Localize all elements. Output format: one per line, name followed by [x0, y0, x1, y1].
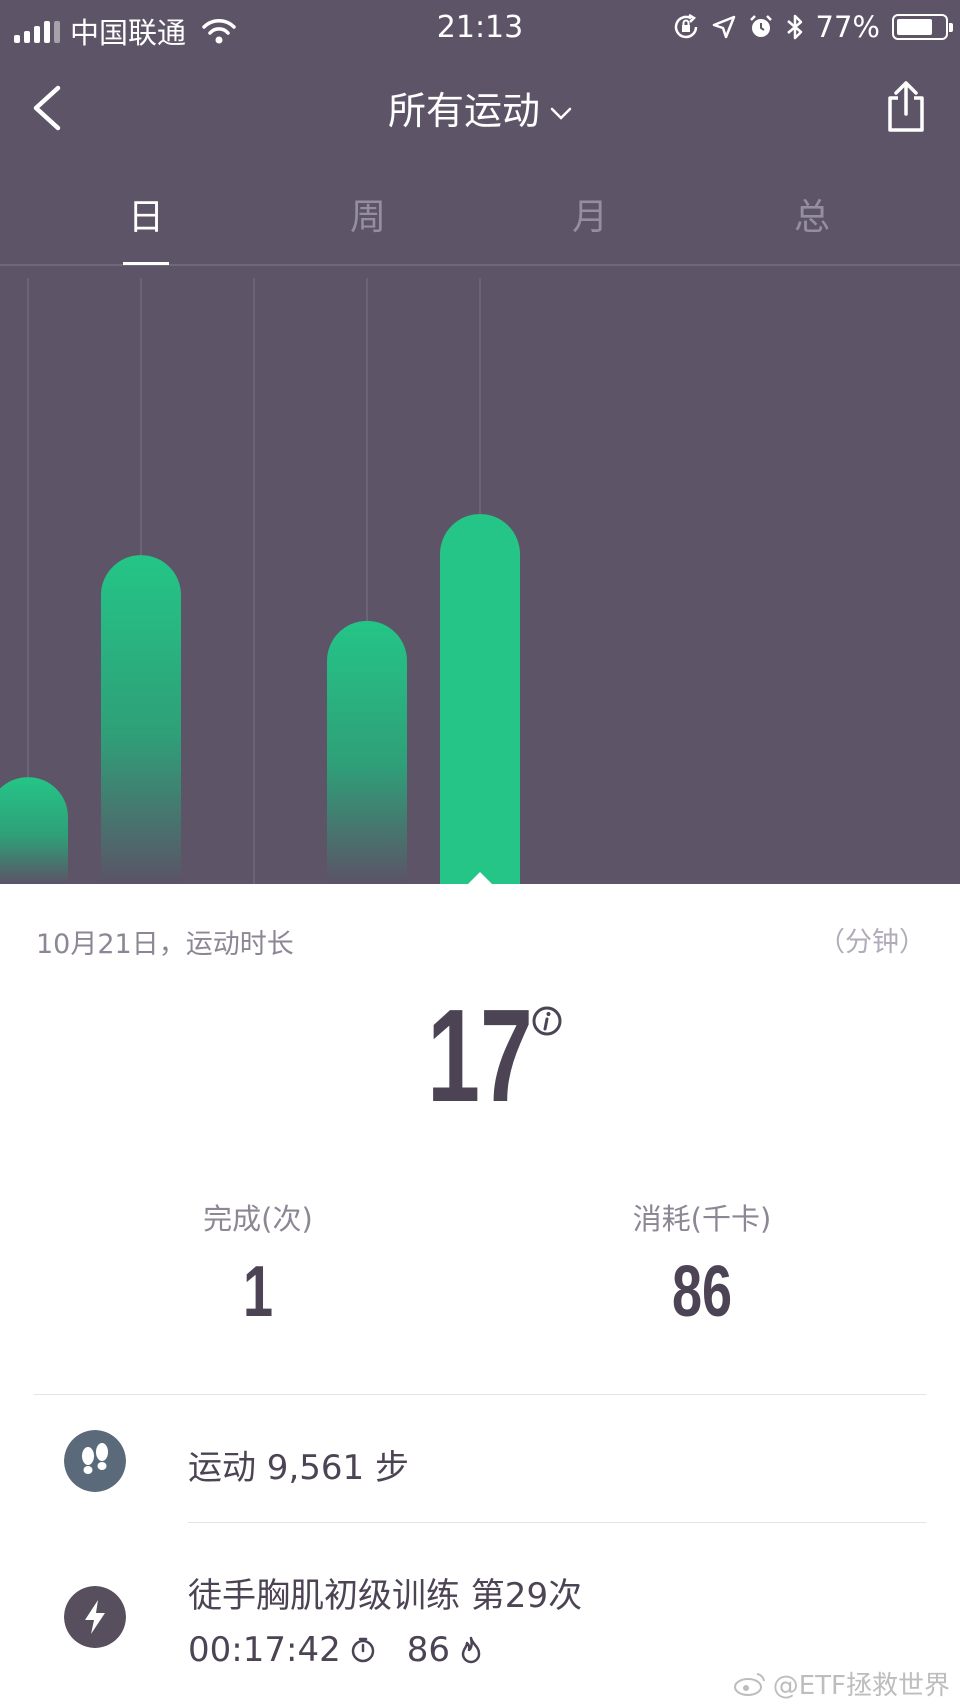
calories-label: 消耗(千卡): [632, 1202, 772, 1236]
tab-total[interactable]: 总: [752, 188, 872, 240]
rotation-lock-icon: [674, 13, 697, 39]
bluetooth-icon: [786, 14, 802, 40]
chart-bar[interactable]: [440, 514, 520, 884]
chart-bar[interactable]: [101, 555, 181, 884]
workout-title: 徒手胸肌初级训练 第29次: [188, 1576, 583, 1616]
lightning-icon: [64, 1586, 126, 1648]
location-icon: [712, 15, 735, 39]
duration-chart[interactable]: [0, 264, 960, 884]
chart-bar[interactable]: [327, 620, 407, 884]
tab-month[interactable]: 月: [530, 188, 650, 240]
completed-label: 完成(次): [203, 1202, 313, 1236]
footprints-icon: [64, 1430, 126, 1492]
nav-bar: 所有运动: [0, 56, 960, 156]
status-bar: 中国联通 21:13 77%: [0, 0, 960, 56]
page-title: 所有运动: [387, 89, 540, 133]
steps-text: 运动 9,561 步: [188, 1448, 409, 1488]
weibo-icon: [733, 1672, 765, 1696]
workout-details: 00:17:42 86: [188, 1630, 484, 1670]
calories-value: 86: [671, 1252, 733, 1332]
info-icon[interactable]: [530, 1004, 564, 1038]
battery-icon: [892, 14, 953, 40]
watermark-text: @ETF拯救世界: [772, 1671, 950, 1701]
date-label: 10月21日，运动时长: [36, 929, 294, 960]
watermark: @ETF拯救世界: [733, 1665, 950, 1702]
chevron-down-icon: [550, 107, 572, 120]
tab-week[interactable]: 周: [308, 188, 428, 240]
alarm-icon: [749, 15, 772, 37]
unit-label: （分钟）: [818, 927, 926, 958]
workout-duration: 00:17:42: [188, 1630, 341, 1670]
battery-percent: 77%: [815, 10, 880, 44]
workout-calories: 86: [406, 1630, 450, 1670]
chart-bar[interactable]: [0, 777, 68, 884]
period-tabs: 日 周 月 总: [0, 160, 960, 266]
divider: [188, 1522, 926, 1523]
flame-icon: [461, 1636, 481, 1664]
completed-value: 1: [242, 1252, 274, 1332]
divider: [34, 1394, 926, 1395]
sport-filter-dropdown[interactable]: 所有运动: [0, 80, 960, 135]
tab-day[interactable]: 日: [86, 188, 206, 240]
timer-icon: [351, 1637, 374, 1663]
duration-value: 17: [427, 982, 533, 1129]
share-icon[interactable]: [884, 78, 928, 134]
